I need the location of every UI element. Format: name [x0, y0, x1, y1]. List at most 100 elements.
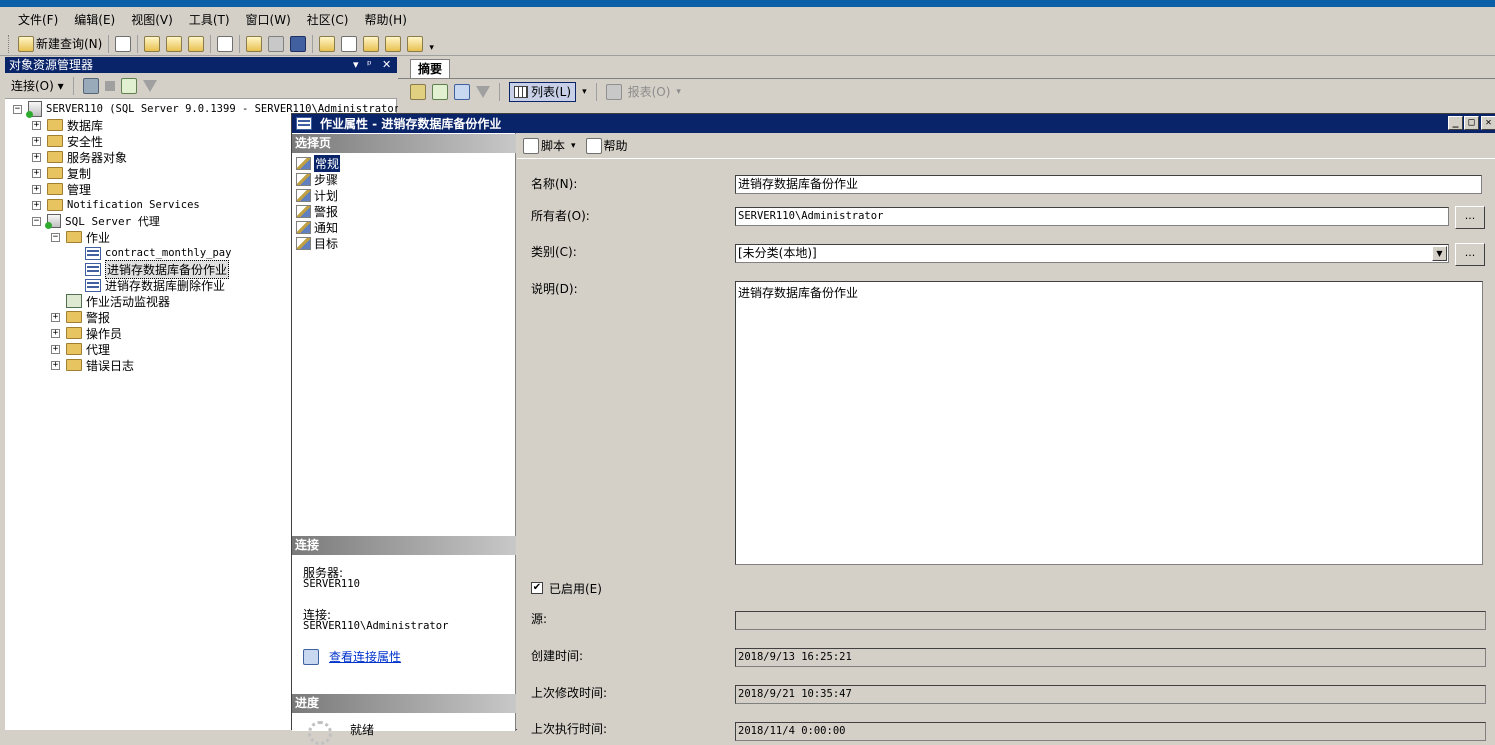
owner-field[interactable]: SERVER110\Administrator — [735, 207, 1449, 226]
folder-icon — [66, 359, 82, 371]
tree-node-job-activity-monitor[interactable]: 作业活动监视器 — [66, 293, 170, 309]
page-schedules[interactable]: 计划 — [296, 187, 338, 203]
expand-icon[interactable]: + — [51, 344, 60, 354]
sync-icon[interactable] — [432, 83, 448, 100]
pin-icon[interactable]: ᵖ — [367, 57, 372, 73]
help-button[interactable]: 帮助 — [583, 136, 631, 156]
page-general[interactable]: 常规 — [296, 154, 341, 172]
disconnect-icon[interactable] — [82, 77, 99, 94]
filter-icon[interactable] — [476, 85, 490, 98]
expand-icon[interactable]: + — [32, 136, 41, 146]
expand-icon[interactable]: + — [51, 360, 60, 370]
select-page-header: 选择页 — [292, 134, 516, 153]
list-view-button[interactable]: 列表(L) — [509, 81, 577, 102]
menu-community[interactable]: 社区(C) — [299, 11, 357, 28]
collapse-icon[interactable]: − — [13, 104, 22, 114]
menu-help[interactable]: 帮助(H) — [357, 11, 415, 28]
menu-tools[interactable]: 工具(T) — [181, 11, 238, 28]
xmla-query-button[interactable] — [185, 34, 207, 54]
script-dropdown-arrow[interactable]: ▾ — [571, 141, 576, 151]
tree-node-label: 错误日志 — [86, 358, 135, 373]
toolbar-overflow-button[interactable]: ▾ — [426, 34, 437, 54]
view-connection-properties[interactable]: 查看连接属性 — [303, 648, 401, 665]
expand-icon[interactable]: + — [32, 120, 41, 130]
tree-node-sql-agent[interactable]: − SQL Server 代理 — [32, 213, 160, 229]
properties-button[interactable] — [404, 34, 426, 54]
expand-icon[interactable]: + — [51, 312, 60, 322]
tree-node-job-selected[interactable]: 进销存数据库备份作业 — [85, 259, 230, 279]
new-query-label: 新建查询(N) — [36, 37, 103, 51]
expand-icon[interactable]: + — [51, 328, 60, 338]
menu-view[interactable]: 视图(V) — [123, 11, 181, 28]
tree-node-error-logs[interactable]: + 错误日志 — [51, 357, 134, 373]
new-query-button[interactable]: 新建查询(N) — [15, 34, 105, 54]
stop-icon[interactable] — [104, 80, 115, 91]
expand-icon[interactable]: + — [32, 168, 41, 178]
minimize-icon[interactable]: _ — [1448, 116, 1463, 130]
close-icon[interactable]: ✕ — [1481, 116, 1495, 130]
save-button[interactable] — [265, 34, 287, 54]
template-explorer-button[interactable] — [382, 34, 404, 54]
tree-node-security[interactable]: + 安全性 — [32, 133, 103, 149]
connect-dropdown[interactable]: 连接(O) ▾ — [11, 77, 64, 94]
tree-node-replication[interactable]: + 复制 — [32, 165, 91, 181]
category-label: 类别(C): — [531, 245, 577, 259]
source-label: 源: — [531, 612, 548, 626]
compact-query-button[interactable] — [214, 34, 236, 54]
object-explorer-button[interactable] — [360, 34, 382, 54]
analysis-query-button[interactable] — [163, 34, 185, 54]
xmla-query-icon — [188, 35, 205, 52]
page-notifications[interactable]: 通知 — [296, 219, 338, 235]
up-folder-icon[interactable] — [410, 83, 426, 100]
tree-node-operators[interactable]: + 操作员 — [51, 325, 122, 341]
tree-node-jobs[interactable]: − 作业 — [51, 229, 110, 245]
view-connection-properties-link[interactable]: 查看连接属性 — [329, 648, 401, 665]
registered-servers-button[interactable] — [316, 34, 338, 54]
tree-node-proxies[interactable]: + 代理 — [51, 341, 110, 357]
script-button[interactable]: 脚本 ▾ — [520, 136, 579, 156]
summary-button[interactable] — [338, 34, 360, 54]
menu-bar: 文件(F) 编辑(E) 视图(V) 工具(T) 窗口(W) 社区(C) 帮助(H… — [0, 7, 1495, 32]
refresh-icon[interactable] — [120, 77, 137, 94]
collapse-icon[interactable]: − — [51, 232, 60, 242]
tree-node-management[interactable]: + 管理 — [32, 181, 91, 197]
filter-icon[interactable] — [142, 79, 157, 92]
panel-menu-icon[interactable]: ▾ — [353, 57, 359, 73]
expand-icon[interactable]: + — [32, 200, 41, 210]
close-icon[interactable]: ✕ — [382, 57, 391, 73]
toolbar-separator — [108, 34, 110, 53]
tree-node-server-objects[interactable]: + 服务器对象 — [32, 149, 127, 165]
swap-icon[interactable] — [454, 83, 470, 100]
menu-edit[interactable]: 编辑(E) — [66, 11, 123, 28]
tab-summary[interactable]: 摘要 — [410, 59, 450, 78]
chevron-down-icon[interactable]: ▼ — [1432, 246, 1447, 261]
toolbar-grip[interactable] — [8, 34, 11, 53]
description-textarea[interactable]: 进销存数据库备份作业 — [735, 281, 1483, 565]
page-targets[interactable]: 目标 — [296, 235, 338, 251]
tree-node-databases[interactable]: + 数据库 — [32, 117, 103, 133]
report-button[interactable]: 报表(O) — [628, 83, 671, 100]
menu-file[interactable]: 文件(F) — [10, 11, 66, 28]
tree-node-alerts[interactable]: + 警报 — [51, 309, 110, 325]
collapse-icon[interactable]: − — [32, 216, 41, 226]
open-file-button[interactable] — [243, 34, 265, 54]
db-engine-query-button[interactable] — [141, 34, 163, 54]
menu-window[interactable]: 窗口(W) — [238, 11, 299, 28]
page-alerts[interactable]: 警报 — [296, 203, 338, 219]
name-field[interactable]: 进销存数据库备份作业 — [735, 175, 1482, 194]
report-dropdown-arrow[interactable]: ▾ — [676, 87, 681, 97]
category-select[interactable]: [未分类(本地)] ▼ — [735, 244, 1449, 263]
owner-browse-button[interactable]: ... — [1455, 206, 1485, 229]
list-dropdown-arrow[interactable]: ▾ — [582, 87, 587, 97]
tree-node-job[interactable]: 进销存数据库删除作业 — [85, 277, 225, 293]
maximize-icon[interactable]: □ — [1464, 116, 1479, 130]
enabled-checkbox[interactable]: ✔ — [531, 582, 543, 594]
new-query-icon — [18, 35, 34, 52]
new-file-button[interactable] — [112, 34, 134, 54]
save-all-button[interactable] — [287, 34, 309, 54]
expand-icon[interactable]: + — [32, 152, 41, 162]
expand-icon[interactable]: + — [32, 184, 41, 194]
page-steps[interactable]: 步骤 — [296, 171, 338, 187]
category-browse-button[interactable]: ... — [1455, 243, 1485, 266]
tree-node-notification-services[interactable]: + Notification Services — [32, 197, 200, 213]
